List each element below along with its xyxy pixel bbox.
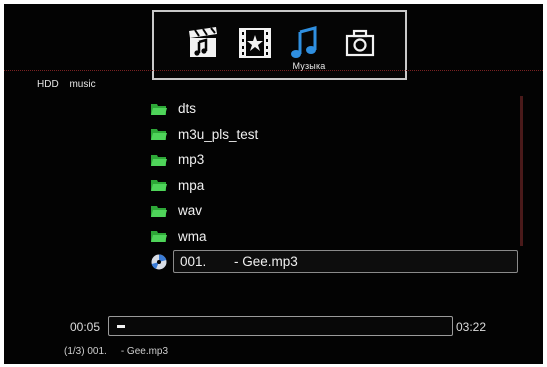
folder-icon — [150, 228, 168, 244]
movie-category-button[interactable] — [237, 26, 273, 60]
music-category-button[interactable] — [287, 26, 323, 60]
now-playing-title: - Gee.mp3 — [120, 346, 169, 357]
media-player-screen: Музыка HDD music dts m3u_pls_test mp3 mp… — [4, 4, 543, 364]
photo-category-button[interactable] — [342, 26, 378, 60]
breadcrumb-folder: music — [69, 79, 96, 90]
filmstrip-star-icon — [239, 28, 271, 58]
current-time: 00:05 — [70, 320, 101, 334]
list-item-folder[interactable]: mpa — [145, 173, 525, 199]
list-item-label: mp3 — [178, 152, 205, 168]
list-scrollbar[interactable] — [520, 96, 523, 246]
header-divider — [4, 70, 543, 71]
track-index: (1/3) 001. — [64, 346, 107, 357]
list-item-folder[interactable]: wav — [145, 198, 525, 224]
folder-icon — [150, 152, 168, 168]
file-list: dts m3u_pls_test mp3 mpa wav wma 001. - … — [145, 96, 525, 275]
video-clapper-icon — [189, 27, 217, 57]
video-category-button[interactable] — [186, 26, 222, 60]
now-playing: (1/3) 001. - Gee.mp3 — [64, 346, 168, 357]
folder-icon — [150, 177, 168, 193]
list-item-folder[interactable]: wma — [145, 224, 525, 250]
folder-icon — [150, 203, 168, 219]
progress-fill — [117, 325, 125, 328]
folder-icon — [150, 101, 168, 117]
list-item-label: wav — [178, 203, 203, 219]
list-item-audio-selected[interactable]: 001. - Gee.mp3 — [145, 249, 525, 275]
camera-icon — [345, 29, 375, 57]
music-note-icon — [291, 26, 317, 58]
list-item-label: dts — [178, 101, 197, 117]
list-item-folder[interactable]: mp3 — [145, 147, 525, 173]
track-number: 001. — [180, 254, 207, 270]
breadcrumb-drive: HDD — [37, 79, 59, 90]
playback-progress-bar[interactable] — [108, 316, 453, 336]
folder-icon — [150, 126, 168, 142]
list-item-label: wma — [178, 228, 207, 244]
list-item-label: 001. - Gee.mp3 — [178, 254, 298, 269]
list-item-folder[interactable]: dts — [145, 96, 525, 122]
list-item-folder[interactable]: m3u_pls_test — [145, 122, 525, 148]
track-name: - Gee.mp3 — [234, 254, 298, 270]
total-time: 03:22 — [456, 320, 487, 334]
breadcrumb: HDD music — [37, 79, 104, 90]
list-item-label: m3u_pls_test — [178, 126, 259, 142]
list-item-label: mpa — [178, 177, 205, 193]
audio-disc-icon — [150, 254, 168, 270]
